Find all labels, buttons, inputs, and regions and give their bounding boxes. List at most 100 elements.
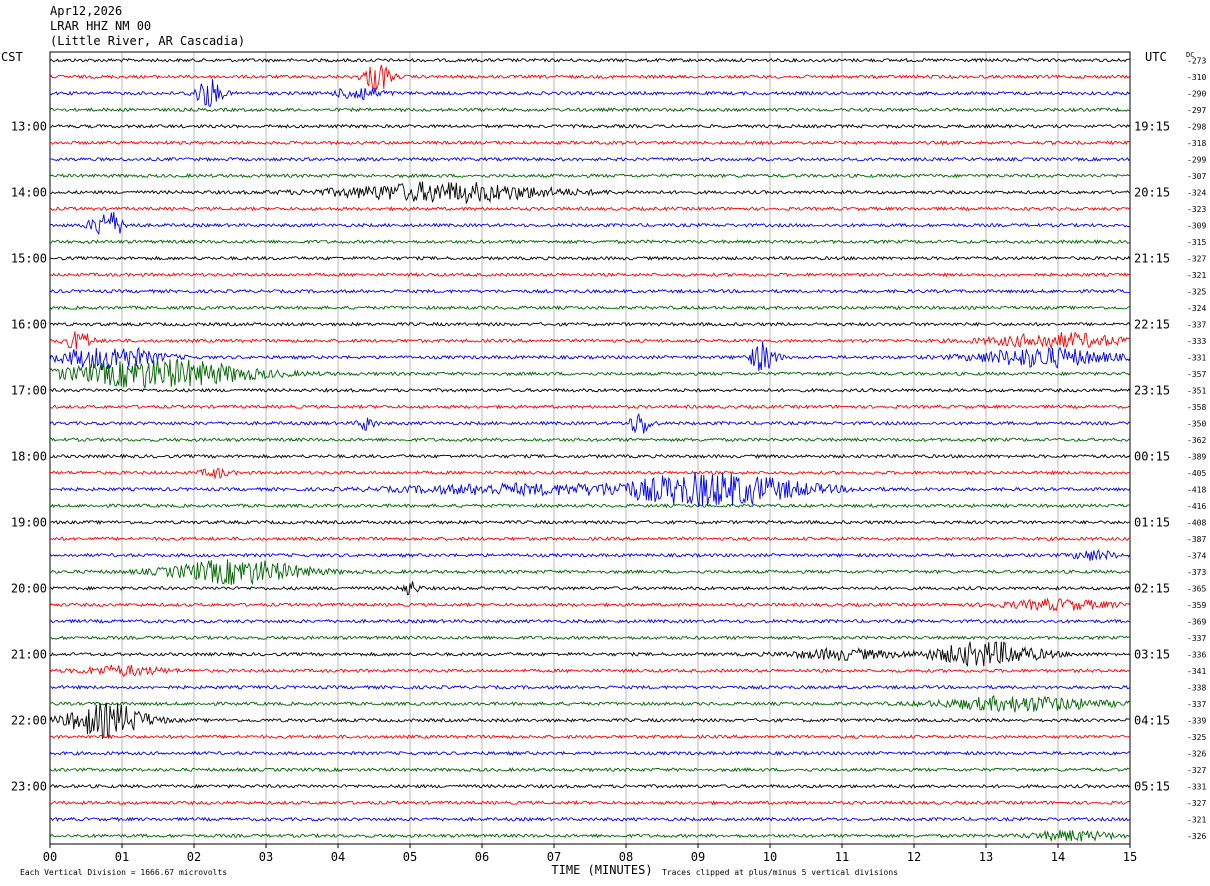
trace-line	[49, 403, 1131, 410]
dc-offset-label: -341	[1187, 667, 1206, 676]
trace-line	[49, 387, 1131, 393]
trace-line	[49, 211, 1131, 236]
hour-label-right: 00:15	[1134, 449, 1170, 463]
hour-label-left: 21:00	[11, 647, 47, 661]
dc-offset-label: -369	[1187, 617, 1206, 626]
dc-offset-label: -325	[1187, 287, 1206, 296]
dc-offset-label: -337	[1187, 634, 1206, 643]
dc-offset-label: -339	[1187, 716, 1206, 725]
trace-line	[49, 305, 1131, 311]
dc-offset-label: -389	[1187, 452, 1206, 461]
dc-offset-label: -405	[1187, 469, 1206, 478]
timezone-right: UTC	[1145, 50, 1167, 64]
trace-line	[49, 255, 1131, 261]
trace-line	[49, 536, 1131, 542]
hour-label-left: 13:00	[11, 119, 47, 133]
trace-line	[49, 173, 1131, 179]
hour-label-left: 17:00	[11, 383, 47, 397]
dc-offset-label: -358	[1187, 403, 1206, 412]
dc-offset-label: -373	[1187, 568, 1206, 577]
hour-label-right: 04:15	[1134, 713, 1170, 727]
x-tick-label: 06	[475, 850, 489, 864]
trace-line	[49, 412, 1131, 434]
trace-line	[49, 734, 1131, 740]
trace-line	[49, 205, 1131, 212]
trace-line	[49, 468, 1131, 479]
hour-label-right: 02:15	[1134, 581, 1170, 595]
dc-offset-label: -327	[1187, 766, 1206, 775]
hour-label-left: 15:00	[11, 251, 47, 265]
dc-offset-label: -333	[1187, 337, 1206, 346]
dc-offset-label: -297	[1187, 106, 1206, 115]
x-tick-label: 02	[187, 850, 201, 864]
trace-line	[49, 597, 1131, 612]
x-tick-label: 09	[691, 850, 705, 864]
dc-offset-label: -327	[1187, 254, 1206, 263]
dc-offset-label: -351	[1187, 386, 1206, 395]
trace-line	[49, 559, 1131, 586]
dc-offset-label: -307	[1187, 172, 1206, 181]
hour-label-left: 16:00	[11, 317, 47, 331]
hour-label-left: 19:00	[11, 515, 47, 529]
hour-label-right: 01:15	[1134, 515, 1170, 529]
trace-line	[49, 123, 1131, 129]
trace-line	[49, 635, 1131, 641]
trace-line	[49, 549, 1131, 561]
x-tick-label: 14	[1051, 850, 1065, 864]
plot-frame	[49, 51, 1131, 845]
trace-line	[49, 342, 1131, 371]
chart-date: Apr12,2026	[50, 4, 123, 18]
hour-label-left: 22:00	[11, 713, 47, 727]
dc-offset-label: -321	[1187, 815, 1206, 824]
trace-line	[49, 331, 1131, 350]
dc-offset-label: -315	[1187, 238, 1206, 247]
dc-offset-label: -387	[1187, 535, 1206, 544]
trace-line	[49, 156, 1131, 162]
hour-label-left: 20:00	[11, 581, 47, 595]
hour-label-right: 03:15	[1134, 647, 1170, 661]
trace-line	[49, 694, 1131, 713]
x-tick-label: 10	[763, 850, 777, 864]
dc-offset-label: -324	[1187, 188, 1206, 197]
trace-line	[49, 239, 1131, 245]
x-tick-label: 05	[403, 850, 417, 864]
trace-line	[49, 358, 1131, 389]
dc-offset-label: -374	[1187, 551, 1206, 560]
footer-scale: Each Vertical Division = 1666.67 microvo…	[20, 868, 227, 877]
dc-offset-label: -326	[1187, 749, 1206, 758]
dc-offset-label: -408	[1187, 518, 1206, 527]
x-tick-label: 03	[259, 850, 273, 864]
trace-line	[49, 641, 1131, 667]
hour-label-left: 14:00	[11, 185, 47, 199]
dc-offset-label: -310	[1187, 73, 1206, 82]
dc-offset-label: -365	[1187, 584, 1206, 593]
trace-line	[50, 519, 1131, 525]
dc-offset-label: -416	[1187, 502, 1206, 511]
dc-offset-label: -336	[1187, 650, 1206, 659]
trace-line	[49, 503, 1131, 509]
trace-line	[49, 684, 1131, 690]
dc-offset-label: -323	[1187, 205, 1206, 214]
dc-header: DC	[1186, 51, 1194, 59]
helicorder-chart: -273-310-290-297-298-318-299-307-324-323…	[1, 50, 1206, 877]
trace-line	[49, 471, 1131, 507]
dc-offset-label: -337	[1187, 320, 1206, 329]
x-tick-label: 11	[835, 850, 849, 864]
dc-offset-label: -350	[1187, 419, 1206, 428]
hour-label-right: 20:15	[1134, 185, 1170, 199]
dc-offset-label: -290	[1187, 89, 1206, 98]
hour-label-right: 22:15	[1134, 317, 1170, 331]
trace-line	[49, 140, 1131, 146]
timezone-left: CST	[1, 50, 23, 64]
x-tick-label: 01	[115, 850, 129, 864]
trace-line	[49, 181, 1131, 205]
trace-line	[49, 581, 1131, 596]
dc-offset-label: -318	[1187, 139, 1206, 148]
dc-offset-label: -299	[1187, 155, 1206, 164]
dc-offset-label: -327	[1187, 799, 1206, 808]
trace-line	[49, 664, 1131, 678]
dc-offset-label: -325	[1187, 733, 1206, 742]
dc-offset-label: -324	[1187, 304, 1206, 313]
dc-offset-label: -298	[1187, 122, 1206, 131]
trace-line	[49, 767, 1131, 773]
